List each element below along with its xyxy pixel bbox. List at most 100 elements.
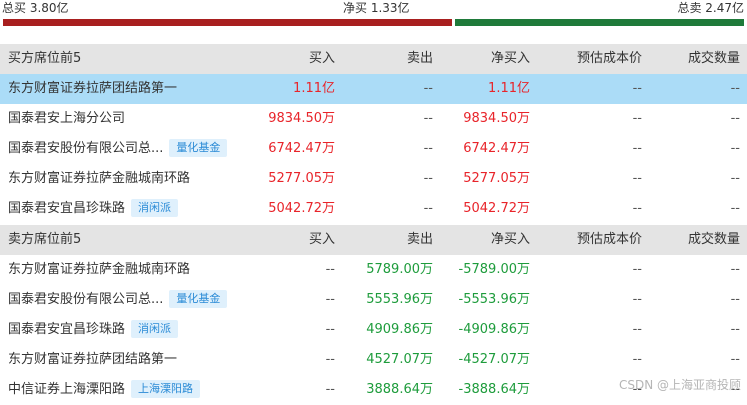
trade-volume: -- (730, 171, 740, 186)
seat-name-cell[interactable]: 东方财富证券拉萨团结路第一 (8, 345, 177, 375)
seat-tag-badge[interactable]: 量化基金 (169, 289, 228, 308)
buy-amount: 6742.47万 (268, 141, 335, 156)
sell-seat-row[interactable]: 东方财富证券拉萨金融城南环路 -- 5789.00万 -5789.00万 -- -- (0, 255, 747, 285)
estimated-cost: -- (632, 322, 642, 337)
seat-name-cell[interactable]: 国泰君安上海分公司 (8, 104, 125, 134)
header-seat-name: 卖方席位前5 (8, 232, 82, 247)
sell-amount: -- (423, 111, 433, 126)
buy-amount: 5277.05万 (268, 171, 335, 186)
seat-tag-badge[interactable]: 消闲派 (131, 198, 179, 217)
trade-volume: -- (730, 262, 740, 277)
header-sell-amount[interactable]: 卖出 (407, 225, 433, 255)
sell-ratio-fill (455, 19, 744, 26)
header-sell-amount[interactable]: 卖出 (407, 44, 433, 74)
net-buy-label: 净买 1.33亿 (343, 1, 410, 15)
seat-name[interactable]: 国泰君安股份有限公司总... (8, 141, 163, 156)
buy-amount: -- (325, 322, 335, 337)
trade-volume: -- (730, 201, 740, 216)
sell-amount: 4909.86万 (366, 322, 433, 337)
header-trade-volume[interactable]: 成交数量 (688, 225, 740, 255)
estimated-cost: -- (632, 262, 642, 277)
buy-seat-row[interactable]: 东方财富证券拉萨金融城南环路 5277.05万 -- 5277.05万 -- -- (0, 164, 747, 194)
trade-volume: -- (730, 292, 740, 307)
seat-name[interactable]: 东方财富证券拉萨团结路第一 (8, 81, 177, 96)
sell-amount: -- (423, 201, 433, 216)
sell-seat-row[interactable]: 国泰君安宜昌珍珠路 消闲派 -- 4909.86万 -4909.86万 -- -- (0, 315, 747, 345)
header-net-buy-amount[interactable]: 净买入 (491, 44, 530, 74)
seat-name-cell[interactable]: 东方财富证券拉萨金融城南环路 (8, 164, 190, 194)
trade-volume: -- (730, 352, 740, 367)
sell-amount: 5553.96万 (366, 292, 433, 307)
trade-volume: -- (730, 141, 740, 156)
net-buy-amount: -5553.96万 (458, 292, 530, 307)
seat-name-cell[interactable]: 国泰君安股份有限公司总... 量化基金 (8, 285, 228, 315)
header-trade-volume[interactable]: 成交数量 (688, 44, 740, 74)
buy-seat-row[interactable]: 国泰君安上海分公司 9834.50万 -- 9834.50万 -- -- (0, 104, 747, 134)
buy-table-header: 买方席位前5 买入 卖出 净买入 预估成本价 成交数量 (0, 44, 747, 74)
seat-tag-badge[interactable]: 消闲派 (131, 319, 179, 338)
header-estimated-cost[interactable]: 预估成本价 (577, 225, 642, 255)
sell-amount: -- (423, 81, 433, 96)
seat-tag-badge[interactable]: 量化基金 (169, 138, 228, 157)
net-buy-amount: 5042.72万 (463, 201, 530, 216)
seat-name-cell[interactable]: 国泰君安宜昌珍珠路 消闲派 (8, 194, 179, 224)
estimated-cost: -- (632, 352, 642, 367)
net-buy-amount: 9834.50万 (463, 111, 530, 126)
estimated-cost: -- (632, 171, 642, 186)
seat-name[interactable]: 国泰君安上海分公司 (8, 111, 125, 126)
seat-name-cell[interactable]: 国泰君安股份有限公司总... 量化基金 (8, 134, 228, 164)
seat-name[interactable]: 中信证券上海溧阳路 (8, 382, 125, 397)
trade-volume: -- (730, 81, 740, 96)
seat-name-cell[interactable]: 国泰君安宜昌珍珠路 消闲派 (8, 315, 179, 345)
seat-name[interactable]: 国泰君安宜昌珍珠路 (8, 322, 125, 337)
trade-volume: -- (730, 111, 740, 126)
buy-seat-row[interactable]: 国泰君安股份有限公司总... 量化基金 6742.47万 -- 6742.47万 -- -- (0, 134, 747, 164)
net-buy-amount: -5789.00万 (458, 262, 530, 277)
header-buy-amount[interactable]: 买入 (309, 44, 335, 74)
summary-bar: 总买 3.80亿 净买 1.33亿 总卖 2.47亿 (0, 0, 747, 18)
estimated-cost: -- (632, 201, 642, 216)
seat-name[interactable]: 东方财富证券拉萨团结路第一 (8, 352, 177, 367)
estimated-cost: -- (632, 292, 642, 307)
estimated-cost: -- (632, 111, 642, 126)
seat-name[interactable]: 国泰君安股份有限公司总... (8, 292, 163, 307)
buy-amount: -- (325, 292, 335, 307)
seat-name[interactable]: 东方财富证券拉萨金融城南环路 (8, 262, 190, 277)
watermark: CSDN @上海亚商投顾 (618, 378, 741, 392)
sell-table-header: 卖方席位前5 买入 卖出 净买入 预估成本价 成交数量 (0, 225, 747, 255)
buy-amount: 5042.72万 (268, 201, 335, 216)
net-buy-amount: 6742.47万 (463, 141, 530, 156)
buy-amount: 9834.50万 (268, 111, 335, 126)
sell-amount: -- (423, 171, 433, 186)
buy-amount: 1.11亿 (293, 81, 335, 96)
sell-seat-row[interactable]: 东方财富证券拉萨团结路第一 -- 4527.07万 -4527.07万 -- -- (0, 345, 747, 375)
net-buy-amount: -4527.07万 (458, 352, 530, 367)
header-seat-name: 买方席位前5 (8, 51, 82, 66)
estimated-cost: -- (632, 141, 642, 156)
trade-volume: -- (730, 322, 740, 337)
seat-name[interactable]: 东方财富证券拉萨金融城南环路 (8, 171, 190, 186)
sell-amount: 4527.07万 (366, 352, 433, 367)
buy-seat-row[interactable]: 国泰君安宜昌珍珠路 消闲派 5042.72万 -- 5042.72万 -- -- (0, 194, 747, 224)
total-sell-label: 总卖 2.47亿 (677, 1, 744, 15)
buy-ratio-fill (3, 19, 453, 26)
seat-tag-badge[interactable]: 上海溧阳路 (131, 379, 201, 398)
net-buy-amount: 1.11亿 (488, 81, 530, 96)
sell-amount: 5789.00万 (366, 262, 433, 277)
buy-sell-ratio-bar (3, 19, 744, 26)
sell-seat-row[interactable]: 国泰君安股份有限公司总... 量化基金 -- 5553.96万 -5553.96万 -- -… (0, 285, 747, 315)
buy-amount: -- (325, 352, 335, 367)
seat-name-cell[interactable]: 东方财富证券拉萨团结路第一 (8, 74, 177, 104)
seat-name-cell[interactable]: 东方财富证券拉萨金融城南环路 (8, 255, 190, 285)
sell-amount: -- (423, 141, 433, 156)
buy-amount: -- (325, 262, 335, 277)
net-buy-amount: 5277.05万 (463, 171, 530, 186)
net-buy-amount: -4909.86万 (458, 322, 530, 337)
header-estimated-cost[interactable]: 预估成本价 (577, 44, 642, 74)
estimated-cost: -- (632, 81, 642, 96)
buy-seat-row[interactable]: 东方财富证券拉萨团结路第一 1.11亿 -- 1.11亿 -- -- (0, 74, 747, 104)
header-net-buy-amount[interactable]: 净买入 (491, 225, 530, 255)
header-buy-amount[interactable]: 买入 (309, 225, 335, 255)
total-buy-label: 总买 3.80亿 (2, 1, 69, 15)
seat-name[interactable]: 国泰君安宜昌珍珠路 (8, 201, 125, 216)
